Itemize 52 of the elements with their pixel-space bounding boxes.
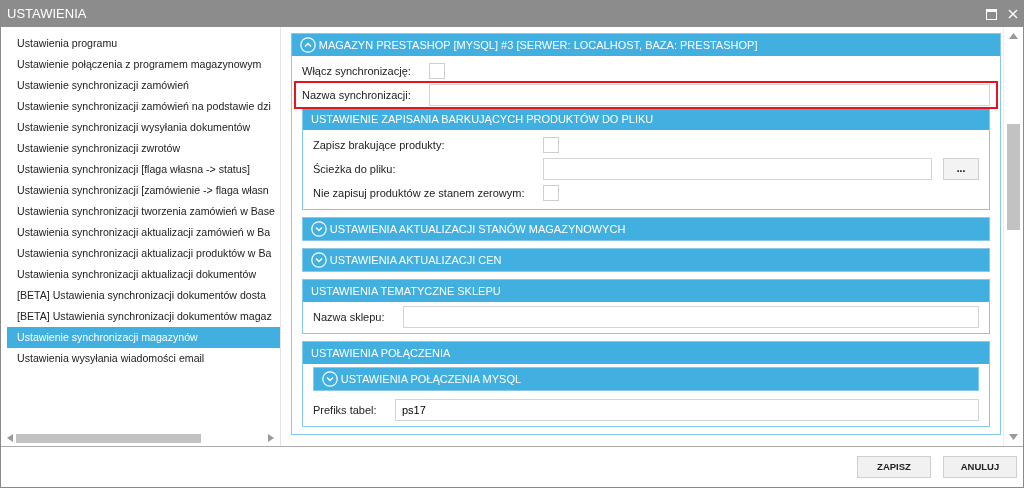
field-label: Prefiks tabel: <box>313 402 378 418</box>
section-title: USTAWIENIE ZAPISANIA BARKUJĄCYCH PRODUKTÓW DO PLIKU <box>311 111 654 127</box>
vertical-scrollbar-thumb[interactable] <box>1007 124 1020 230</box>
sidebar-item[interactable]: Ustawienia synchronizacji [zamówienie -> flaga własn <box>7 180 280 201</box>
sidebar-item[interactable]: Ustawienia wysyłania wiadomości email <box>7 348 280 369</box>
window-title: USTAWIENIA <box>6 5 88 24</box>
section-title: USTAWIENIA AKTUALIZACJI STANÓW MAGAZYNOWYCH <box>329 221 626 237</box>
field-label: Zapisz brakujące produkty: <box>313 137 446 153</box>
input-field[interactable] <box>429 84 990 106</box>
sidebar-item[interactable]: [BETA] Ustawienia synchronizacji dokumentów magaz <box>7 306 280 327</box>
field-label: Ścieżka do pliku: <box>313 161 397 177</box>
section-title: USTAWIENIA POŁĄCZENIA MYSQL <box>340 371 522 387</box>
sidebar-item[interactable]: Ustawienie synchronizacji wysyłania dokumentów <box>7 117 280 138</box>
sidebar-item[interactable]: Ustawienie połączenia z programem magazynowym <box>7 54 280 75</box>
scroll-down-icon[interactable] <box>1009 434 1018 440</box>
input-field[interactable] <box>403 306 979 328</box>
maximize-icon[interactable] <box>985 8 997 20</box>
section-title: USTAWIENIA TEMATYCZNE SKLEPU <box>311 283 501 299</box>
sidebar-item[interactable]: Ustawienia programu <box>7 33 280 54</box>
sidebar-item[interactable]: Ustawienia synchronizacji aktualizacji zamówień w Ba <box>7 222 280 243</box>
input-field[interactable]: ps17 <box>395 399 979 421</box>
sidebar-item[interactable]: Ustawienie synchronizacji zamówień <box>7 75 280 96</box>
path-field[interactable] <box>543 158 932 180</box>
section-title: MAGAZYN PRESTASHOP [MYSQL] #3 [SERWER: LOCALHOST, BAZA: PRESTASHOP] <box>318 37 758 53</box>
section-title: USTAWIENIA AKTUALIZACJI CEN <box>329 252 502 268</box>
close-icon[interactable] <box>1007 9 1018 19</box>
scroll-up-icon[interactable] <box>1009 33 1018 39</box>
collapse-chevron-icon[interactable] <box>300 37 316 53</box>
checkbox[interactable] <box>429 63 445 79</box>
browse-button[interactable]: ... <box>943 158 979 180</box>
sidebar-item[interactable]: Ustawienie synchronizacji zamówień na podstawie dzi <box>7 96 280 117</box>
sidebar-item[interactable]: Ustawienia synchronizacji [flaga własna -> status] <box>7 159 280 180</box>
expand-chevron-icon[interactable] <box>322 371 338 387</box>
sidebar-item[interactable]: [BETA] Ustawienia synchronizacji dokumentów dosta <box>7 285 280 306</box>
dialog-button[interactable]: ZAPISZ <box>857 456 931 478</box>
sidebar-item[interactable]: Ustawienia synchronizacji tworzenia zamówień w Base <box>7 201 280 222</box>
dialog-button[interactable]: ANULUJ <box>943 456 1017 478</box>
scroll-right-icon[interactable] <box>268 434 274 442</box>
sidebar-item[interactable]: Ustawienie synchronizacji zwrotów <box>7 138 280 159</box>
expand-chevron-icon[interactable] <box>311 221 327 237</box>
checkbox[interactable] <box>543 137 559 153</box>
horizontal-scrollbar-thumb[interactable] <box>15 433 201 443</box>
sidebar-item[interactable]: Ustawienia synchronizacji aktualizacji dokumentów <box>7 264 280 285</box>
field-label: Nazwa synchronizacji: <box>302 87 412 103</box>
field-label: Włącz synchronizację: <box>302 63 412 79</box>
expand-chevron-icon[interactable] <box>311 252 327 268</box>
scroll-left-icon[interactable] <box>7 434 13 442</box>
field-label: Nie zapisuj produktów ze stanem zerowym: <box>313 185 526 201</box>
checkbox[interactable] <box>543 185 559 201</box>
field-label: Nazwa sklepu: <box>313 309 386 325</box>
section-title: USTAWIENIA POŁĄCZENIA <box>311 345 451 361</box>
sidebar-item[interactable]: Ustawienia synchronizacji aktualizacji produktów w Ba <box>7 243 280 264</box>
